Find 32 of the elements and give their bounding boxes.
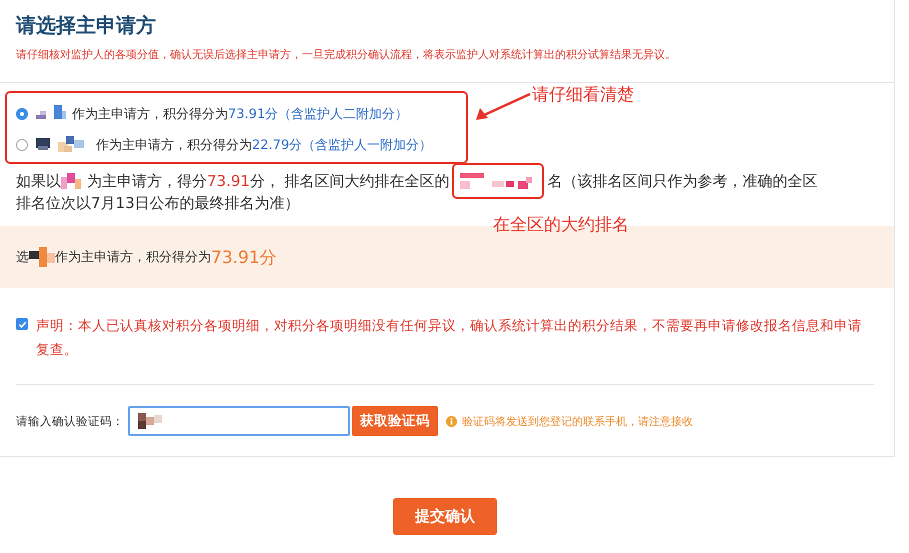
score-value: 22.79分 [252,137,302,154]
arrow-icon [474,92,532,122]
radio-button[interactable] [16,139,28,151]
paragraph-text: 为主申请方，得分 [87,172,207,190]
summary-text: 选 [16,249,29,266]
score-value: 73.91分 [228,106,278,123]
annotation-text: 请仔细看清楚 [532,84,634,106]
field-label: 请输入确认验证码： [16,414,124,428]
notice-text: 请仔细核对监护人的各项分值，确认无误后选择主申请方，一旦完成积分确认流程，将表示监护人对系统计算出的积分试算结果无异议。 [16,47,677,62]
submit-button[interactable]: 提交确认 [393,498,497,535]
summary-text: 作为主申请方，积分得分为 [55,249,211,266]
score-value: 73.91分 [211,246,277,268]
score-note: （含监护人二附加分） [278,106,408,123]
checkbox[interactable] [16,318,28,330]
score-note: （含监护人一附加分） [302,137,432,154]
info-icon [446,416,457,426]
option-text: 作为主申请方，积分得分为 [72,106,228,123]
option-text: 作为主申请方，积分得分为 [96,137,252,154]
pixelated-name-drawing [36,136,86,154]
declaration-text: 声明：本人已认真核对积分各项明细，对积分各项明细没有任何异议，确认系统计算出的积分结果，不需要再申请修改报名信息和申请复查。 [36,317,863,360]
hint-text: 验证码将发送到您登记的联系手机，请注意接收 [462,414,693,428]
paragraph-text: 名（该排名区间只作为参考，准确的全区 [548,172,818,190]
paragraph-text: 排名位次以7月13日公布的最终排名为准） [16,194,300,212]
paragraph-text: 分， 排名区间大约排在全区的 [250,172,450,190]
score-value: 73.91 [207,172,250,190]
paragraph-text: 如果以 [16,172,61,190]
page-title: 请选择主申请方 [14,12,157,39]
radio-button[interactable] [16,108,28,120]
annotation-text: 在全区的大约排名 [493,214,629,236]
code-input-field[interactable] [128,406,350,436]
get-code-button[interactable]: 获取验证码 [352,406,438,436]
pixelated-name-drawing [29,247,55,267]
